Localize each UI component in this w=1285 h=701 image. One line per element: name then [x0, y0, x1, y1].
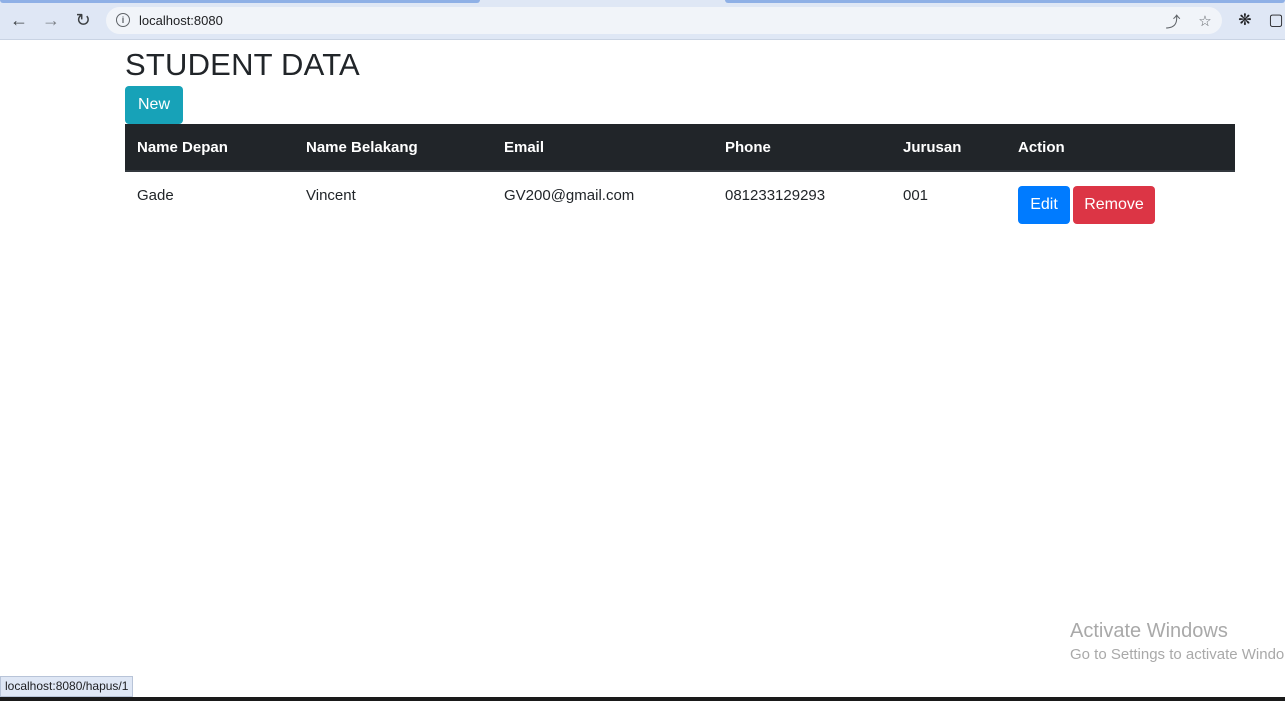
taskbar-edge — [0, 697, 1285, 701]
side-panel-icon[interactable]: ▢ — [1266, 10, 1285, 30]
remove-button[interactable]: Remove — [1073, 186, 1155, 224]
table-row: Gade Vincent GV200@gmail.com 08123312929… — [125, 171, 1235, 225]
bookmark-star-icon[interactable]: ☆ — [1195, 11, 1215, 31]
browser-toolbar: ← → ↻ i localhost:8080 ⤴ ☆ ❋ ▢ — [0, 0, 1285, 40]
address-url[interactable]: localhost:8080 — [139, 13, 223, 28]
cell-email: GV200@gmail.com — [504, 187, 635, 204]
tab-indicator — [725, 0, 1285, 3]
cell-last-name: Vincent — [306, 187, 356, 204]
windows-activation-watermark: Activate Windows Go to Settings to activ… — [1070, 620, 1284, 663]
new-button[interactable]: New — [125, 86, 183, 124]
info-icon[interactable]: i — [116, 13, 130, 27]
share-icon[interactable]: ⤴ — [1163, 11, 1183, 31]
student-table: Name Depan Name Belakang Email Phone Jur… — [125, 124, 1235, 225]
column-header-jurusan: Jurusan — [891, 124, 1006, 172]
extensions-puzzle-icon[interactable]: ❋ — [1235, 10, 1255, 30]
table-header-row: Name Depan Name Belakang Email Phone Jur… — [125, 124, 1235, 172]
cell-phone: 081233129293 — [725, 187, 826, 204]
tab-indicator — [0, 0, 480, 3]
column-header-action: Action — [1006, 124, 1235, 172]
watermark-subtitle: Go to Settings to activate Windo — [1070, 646, 1285, 663]
reload-icon[interactable]: ↻ — [72, 9, 94, 31]
cell-first-name: Gade — [137, 187, 174, 204]
status-bar-link-preview: localhost:8080/hapus/1 — [0, 676, 134, 697]
edit-button[interactable]: Edit — [1018, 186, 1070, 224]
cell-action: Edit Remove — [1006, 171, 1235, 225]
back-arrow-icon[interactable]: ← — [8, 9, 30, 31]
column-header-email: Email — [492, 124, 713, 172]
address-bar[interactable]: i localhost:8080 ⤴ ☆ — [106, 7, 1222, 34]
column-header-phone: Phone — [713, 124, 891, 172]
column-header-last-name: Name Belakang — [294, 124, 492, 172]
page-content: STUDENT DATA New Name Depan Name Belakan… — [125, 40, 1235, 224]
page-title: STUDENT DATA — [125, 47, 360, 82]
column-header-first-name: Name Depan — [125, 124, 294, 172]
forward-arrow-icon[interactable]: → — [40, 9, 62, 31]
cell-jurusan: 001 — [903, 187, 929, 204]
watermark-title: Activate Windows — [1070, 620, 1228, 642]
